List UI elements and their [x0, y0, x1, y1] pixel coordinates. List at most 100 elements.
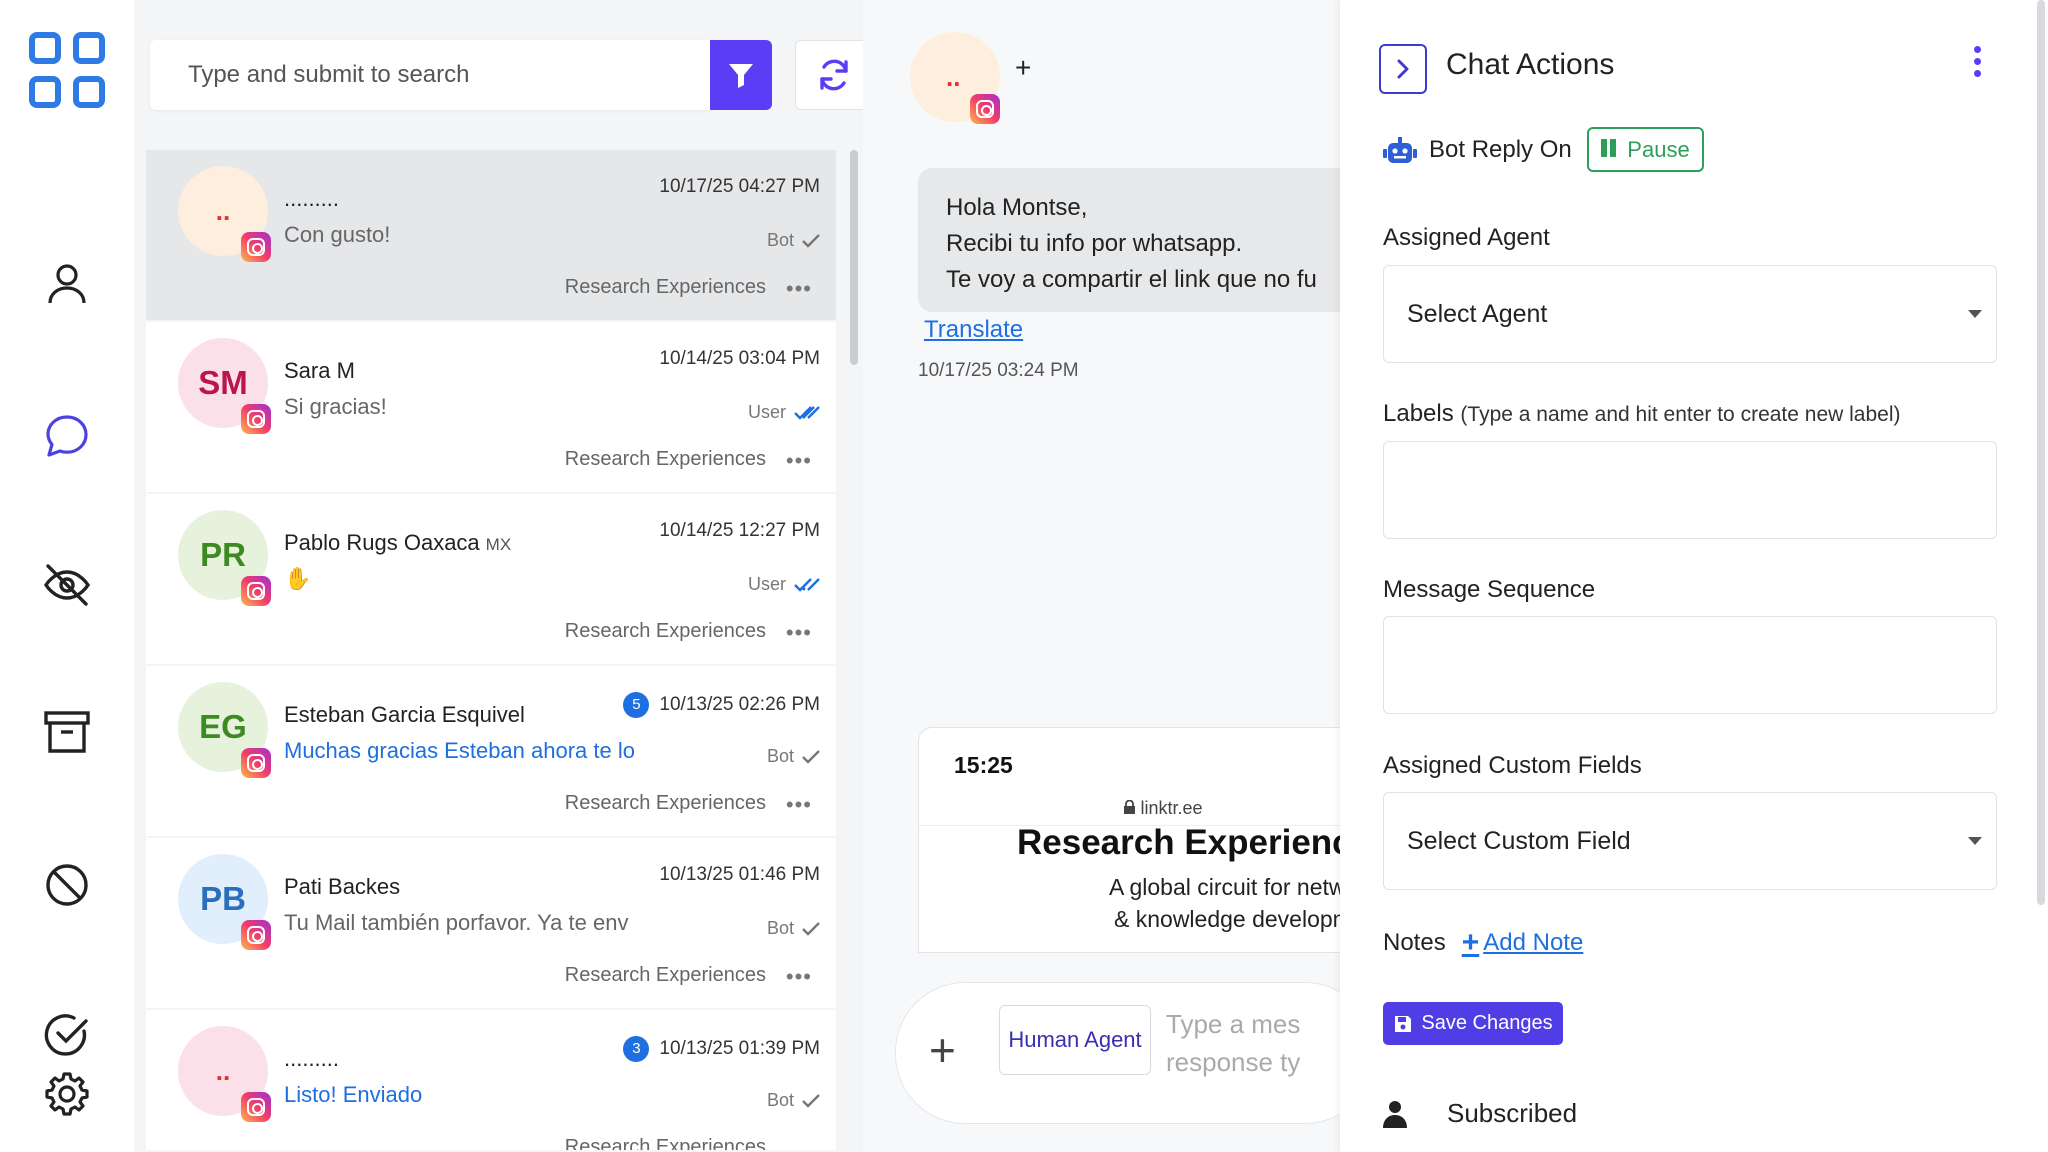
chat-bubble-icon[interactable]	[44, 413, 90, 459]
check-icon	[802, 749, 820, 764]
conversation-row[interactable]: .. ......... 3 10/13/25 01:39 PM Listo! E…	[146, 1010, 836, 1150]
check-circle-icon[interactable]	[44, 1012, 90, 1058]
chevron-down-icon	[1968, 310, 1982, 318]
agent-select[interactable]: Select Agent	[1383, 265, 1997, 363]
link-preview-card[interactable]: 15:25 linktr.ee Research Experienc A glo…	[918, 727, 1340, 953]
instagram-icon	[241, 920, 271, 950]
label-tag: Research Experiences	[564, 792, 766, 814]
more-options-icon[interactable]: •••	[786, 792, 812, 818]
status-text: Bot	[766, 230, 794, 250]
add-note-link[interactable]: + Add Note	[1462, 926, 1584, 960]
avatar: SM	[178, 338, 271, 434]
message-sequence-input[interactable]	[1383, 616, 1997, 714]
more-options-icon[interactable]: •••	[786, 620, 812, 646]
message-status: User	[748, 574, 820, 595]
last-message: Muchas gracias Esteban ahora te lo	[284, 738, 635, 763]
message-sequence-label: Message Sequence	[1383, 576, 1596, 603]
list-scrollbar[interactable]	[850, 150, 858, 365]
pause-icon	[1601, 137, 1619, 163]
more-options-icon[interactable]: •••	[786, 276, 812, 302]
gear-icon[interactable]	[43, 1070, 91, 1118]
human-agent-button[interactable]: Human Agent	[999, 1005, 1151, 1075]
refresh-button[interactable]	[795, 40, 873, 110]
label-tag: Research Experiences	[564, 1136, 766, 1150]
last-message: Si gracias!	[284, 394, 387, 419]
notes-row: Notes + Add Note	[1383, 926, 1583, 960]
pause-button[interactable]: Pause	[1587, 127, 1704, 172]
message-status: User	[748, 402, 820, 423]
country-code: MX	[485, 535, 512, 554]
plus-icon: +	[1461, 926, 1480, 959]
avatar: PR	[178, 510, 271, 606]
archive-icon[interactable]	[43, 710, 91, 754]
timestamp: 10/14/25 12:27 PM	[659, 520, 820, 541]
apps-grid-icon[interactable]	[27, 30, 107, 110]
preview-domain: linktr.ee	[919, 798, 1340, 819]
conversation-row[interactable]: PB Pati Backes 10/13/25 01:46 PM Tu Mail…	[146, 838, 836, 1008]
more-options-icon[interactable]: •••	[786, 964, 812, 990]
message-status: Bot	[767, 746, 820, 767]
nav-rail	[0, 0, 134, 1152]
search-bar: Type and submit to search	[150, 40, 873, 110]
conversation-list-panel: Type and submit to search .. ......... 1…	[134, 0, 873, 1152]
message-line: Recibi tu info por whatsapp.	[946, 230, 1243, 257]
save-icon	[1395, 1015, 1412, 1032]
preview-subtitle: & knowledge developmen	[1114, 906, 1340, 932]
chat-contact-avatar[interactable]: ..	[910, 32, 1000, 124]
bot-reply-status: Bot Reply On	[1429, 136, 1572, 163]
status-text: User	[747, 574, 786, 594]
filter-icon	[729, 64, 753, 88]
avatar: PB	[178, 854, 271, 950]
assigned-agent-label: Assigned Agent	[1383, 224, 1550, 251]
conversation-row[interactable]: SM Sara M 10/14/25 03:04 PM Si gracias! …	[146, 322, 836, 492]
search-input[interactable]: Type and submit to search	[150, 40, 710, 110]
message-bubble: Hola Montse, Recibi tu info por whatsapp…	[918, 168, 1340, 312]
conversation-row[interactable]: PR Pablo Rugs Oaxaca MX 10/14/25 12:27 PM…	[146, 494, 836, 664]
panel-title: Chat Actions	[1446, 48, 1615, 81]
filter-button[interactable]	[710, 40, 772, 110]
contact-name: Pati Backes	[284, 874, 401, 899]
message-timestamp: 10/17/25 03:24 PM	[918, 360, 1079, 381]
check-icon	[802, 921, 820, 936]
conversation-row[interactable]: .. ......... 10/17/25 04:27 PM Con gusto…	[146, 150, 836, 320]
save-changes-button[interactable]: Save Changes	[1383, 1002, 1563, 1045]
conversation-row[interactable]: EG Esteban Garcia Esquivel 5 10/13/25 02:…	[146, 666, 836, 836]
translate-link[interactable]: Translate	[924, 316, 1023, 344]
message-input[interactable]: Type a mes response ty	[1166, 1005, 1300, 1081]
avatar: ..	[178, 166, 271, 262]
panel-scrollbar[interactable]	[2037, 0, 2045, 905]
label-tag: Research Experiences	[564, 620, 766, 642]
lock-icon	[1124, 799, 1136, 814]
check-icon	[802, 233, 820, 248]
refresh-icon	[820, 59, 848, 91]
label-tag: Research Experiences	[564, 964, 766, 986]
attach-button[interactable]: +	[929, 1023, 956, 1077]
status-text: Bot	[766, 918, 794, 938]
kebab-menu-icon[interactable]	[1974, 46, 1981, 77]
chevron-down-icon	[1968, 837, 1982, 845]
user-icon[interactable]	[45, 262, 89, 306]
timestamp: 3 10/13/25 01:39 PM	[623, 1036, 820, 1062]
labels-input[interactable]	[1383, 441, 1997, 539]
check-icon	[802, 1093, 820, 1108]
last-message: Tu Mail también porfavor. Ya te env	[284, 910, 629, 935]
last-message: Con gusto!	[284, 222, 391, 247]
last-message: Listo! Enviado	[284, 1082, 423, 1107]
timestamp: 10/17/25 04:27 PM	[659, 176, 820, 197]
status-text: Bot	[766, 746, 794, 766]
contact-name: Sara M	[284, 358, 355, 383]
message-status: Bot	[767, 1090, 820, 1111]
custom-field-select[interactable]: Select Custom Field	[1383, 792, 1997, 890]
labels-hint: (Type a name and hit enter to create new…	[1460, 403, 1901, 426]
chevron-right-icon	[1397, 59, 1409, 79]
collapse-panel-button[interactable]	[1379, 44, 1427, 94]
preview-time: 15:25	[954, 752, 1013, 778]
add-contact-button[interactable]: +	[1015, 52, 1031, 84]
status-text: Bot	[766, 1090, 794, 1110]
block-icon[interactable]	[44, 862, 90, 908]
more-options-icon[interactable]: •••	[786, 448, 812, 474]
contact-name: .........	[284, 186, 340, 211]
timestamp: 10/14/25 03:04 PM	[659, 348, 820, 369]
labels-label: Labels (Type a name and hit enter to cre…	[1383, 400, 1901, 427]
eye-off-icon[interactable]	[42, 560, 92, 610]
